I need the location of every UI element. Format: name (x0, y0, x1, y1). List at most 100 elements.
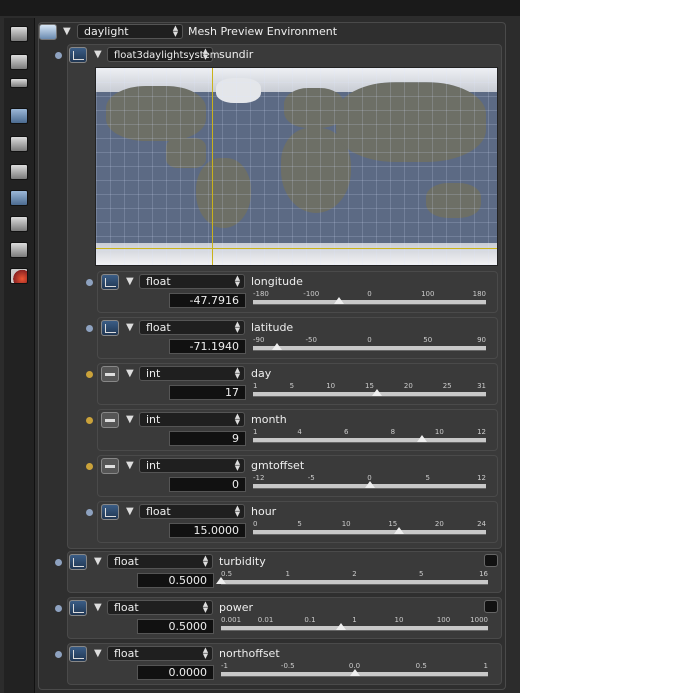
network-icon[interactable] (10, 242, 28, 258)
hour-label: hour (251, 505, 277, 518)
param-slider[interactable]: 1 4 6 8 10 12 (253, 428, 486, 450)
slider-track[interactable] (221, 626, 488, 631)
hour-collapse-icon[interactable]: ▼ (126, 506, 134, 518)
month-collapse-icon[interactable]: ▼ (126, 414, 134, 426)
turbidity-value-field[interactable]: 0.5000 (137, 573, 214, 588)
turbidity-curve-toggle-icon[interactable] (484, 554, 498, 567)
left-toolbar (4, 18, 35, 693)
sundir-collapse-icon[interactable]: ▼ (94, 49, 102, 61)
gmtoffset-collapse-icon[interactable]: ▼ (126, 460, 134, 472)
gmtoffset-type-select[interactable]: int ▲ ▼ (139, 458, 245, 473)
collapse-triangle-icon[interactable]: ▼ (63, 26, 71, 38)
latitude-collapse-icon[interactable]: ▼ (126, 322, 134, 334)
param-slider[interactable]: -90 -50 0 50 90 (253, 336, 486, 358)
month-type-select[interactable]: int ▲ ▼ (139, 412, 245, 427)
power-collapse-icon[interactable]: ▼ (94, 602, 102, 614)
power-type-select[interactable]: float ▲ ▼ (107, 600, 213, 615)
param-slider[interactable]: 1 5 10 15 20 25 31 (253, 382, 486, 404)
longitude-value-field[interactable]: -47.7916 (169, 293, 246, 308)
northoffset-type-select[interactable]: float ▲ ▼ (107, 646, 213, 661)
hour-type-select[interactable]: float ▲ ▼ (139, 504, 245, 519)
gmtoffset-connector-dot[interactable] (86, 463, 93, 470)
environment-cylinder-icon[interactable] (39, 24, 57, 40)
panel-icon[interactable] (10, 164, 28, 180)
outliner-icon[interactable] (10, 78, 28, 88)
power-curve-icon[interactable] (69, 600, 87, 616)
picture-icon[interactable] (10, 216, 28, 232)
slider-track[interactable] (253, 300, 486, 305)
latitude-curve-icon[interactable] (101, 320, 119, 336)
slider-thumb[interactable] (393, 527, 404, 534)
slider-tick-label: 24 (477, 520, 486, 528)
month-value-field[interactable]: 9 (169, 431, 246, 446)
day-connector-dot[interactable] (86, 371, 93, 378)
slider-track[interactable] (253, 392, 486, 397)
slider-thumb[interactable] (216, 577, 226, 584)
longitude-curve-icon[interactable] (101, 274, 119, 290)
sundir-type-select[interactable]: float3daylightsystem ▲ ▼ (107, 47, 220, 62)
slider-ticks: -90 -50 0 50 90 (253, 336, 486, 346)
gmtoffset-int-icon[interactable] (101, 458, 119, 474)
latitude-connector-dot[interactable] (86, 325, 93, 332)
turbidity-label: turbidity (219, 555, 266, 568)
turbidity-type-select[interactable]: float ▲ ▼ (107, 554, 213, 569)
latitude-type-select[interactable]: float ▲ ▼ (139, 320, 245, 335)
param-slider[interactable]: 0 5 10 15 20 24 (253, 520, 486, 542)
day-int-icon[interactable] (101, 366, 119, 382)
param-slider[interactable]: -180 -100 0 100 180 (253, 290, 486, 312)
slider-thumb[interactable] (417, 435, 428, 442)
northoffset-value-field[interactable]: 0.0000 (137, 665, 214, 680)
slider-track[interactable] (253, 346, 486, 351)
slider-tick-label: 1 (253, 382, 258, 390)
slider-thumb[interactable] (364, 481, 375, 488)
slider-track[interactable] (253, 530, 486, 535)
northoffset-collapse-icon[interactable]: ▼ (94, 648, 102, 660)
turbidity-connector-dot[interactable] (55, 559, 62, 566)
month-connector-dot[interactable] (86, 417, 93, 424)
month-int-icon[interactable] (101, 412, 119, 428)
slider-tick-label: 180 (472, 290, 486, 298)
day-collapse-icon[interactable]: ▼ (126, 368, 134, 380)
latitude-value-field[interactable]: -71.1940 (169, 339, 246, 354)
slider-thumb[interactable] (272, 343, 283, 350)
slider-tick-label: 0.01 (257, 616, 274, 624)
power-curve-toggle-icon[interactable] (484, 600, 498, 613)
slider-tick-label: 0 (367, 290, 372, 298)
northoffset-curve-icon[interactable] (69, 646, 87, 662)
hour-curve-icon[interactable] (101, 504, 119, 520)
sundir-curve-icon[interactable] (69, 47, 87, 63)
world-map[interactable] (95, 67, 498, 266)
day-value-field[interactable]: 17 (169, 385, 246, 400)
turbidity-collapse-icon[interactable]: ▼ (94, 556, 102, 568)
param-slider[interactable]: -1 -0.5 0.0 0.5 1 (221, 662, 488, 684)
longitude-type-select[interactable]: float ▲ ▼ (139, 274, 245, 289)
sundir-connector-dot[interactable] (55, 52, 62, 59)
power-value-field[interactable]: 0.5000 (137, 619, 214, 634)
hour-connector-dot[interactable] (86, 509, 93, 516)
hour-value-field[interactable]: 15.0000 (169, 523, 246, 538)
slider-track[interactable] (221, 580, 488, 585)
slider-thumb[interactable] (349, 669, 360, 676)
param-slider[interactable]: -12 -5 0 5 12 (253, 474, 486, 496)
slider-ticks: 1 5 10 15 20 25 31 (253, 382, 486, 392)
image-icon[interactable] (10, 108, 28, 124)
layers-icon[interactable] (10, 54, 28, 70)
cylinder-icon[interactable] (10, 190, 28, 206)
longitude-collapse-icon[interactable]: ▼ (126, 276, 134, 288)
longitude-connector-dot[interactable] (86, 279, 93, 286)
gmtoffset-value-field[interactable]: 0 (169, 477, 246, 492)
render-camera-icon[interactable] (10, 136, 28, 152)
power-connector-dot[interactable] (55, 605, 62, 612)
camera-icon[interactable] (10, 26, 28, 42)
slider-track[interactable] (253, 438, 486, 443)
northoffset-connector-dot[interactable] (55, 651, 62, 658)
param-slider[interactable]: 0.001 0.01 0.1 1 10 100 1000 (221, 616, 488, 638)
slider-thumb[interactable] (336, 623, 347, 630)
slider-thumb[interactable] (333, 297, 344, 304)
day-type-select[interactable]: int ▲ ▼ (139, 366, 245, 381)
param-slider[interactable]: 0.5 1 2 5 16 (216, 570, 488, 592)
environment-select[interactable]: daylight ▲ ▼ (77, 24, 183, 39)
material-icon[interactable] (10, 268, 28, 284)
turbidity-curve-icon[interactable] (69, 554, 87, 570)
slider-thumb[interactable] (372, 389, 383, 396)
